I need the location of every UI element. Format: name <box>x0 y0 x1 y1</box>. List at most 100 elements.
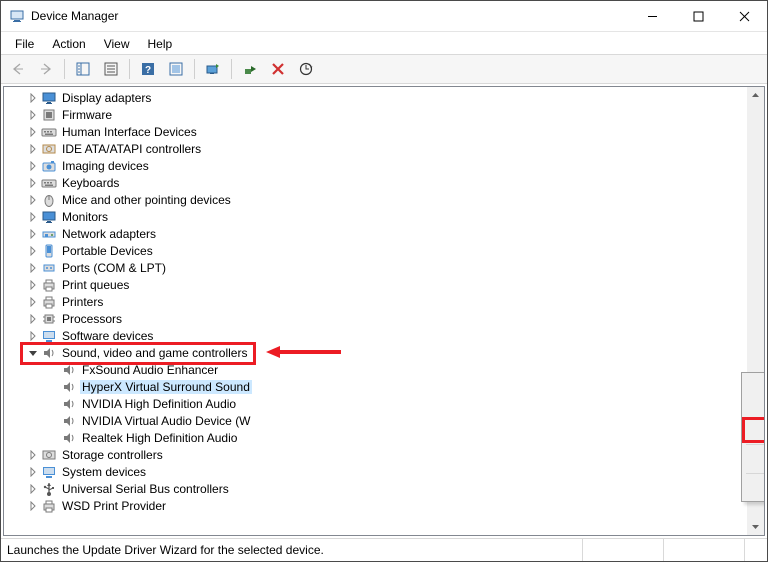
cpu-icon <box>41 311 57 327</box>
tree-item-label: NVIDIA High Definition Audio <box>80 397 238 411</box>
back-button[interactable] <box>5 57 31 81</box>
menu-action[interactable]: Action <box>44 35 93 53</box>
menu-help[interactable]: Help <box>140 35 181 53</box>
tree-item-label: Firmware <box>60 108 114 122</box>
menu-view[interactable]: View <box>96 35 138 53</box>
toolbar-sep <box>194 59 195 79</box>
tree-category-monitor[interactable]: Monitors <box>4 208 747 225</box>
hid-icon <box>41 124 57 140</box>
toolbar-sep <box>231 59 232 79</box>
tree-category-wsd[interactable]: WSD Print Provider <box>4 497 747 514</box>
scan-hardware-button[interactable] <box>293 57 319 81</box>
tree-device[interactable]: NVIDIA High Definition Audio <box>4 395 747 412</box>
show-hide-tree-button[interactable] <box>70 57 96 81</box>
menu-item-uninstall-device[interactable]: Uninstall device <box>744 419 765 441</box>
chevron-right-icon[interactable] <box>26 125 40 139</box>
sound-dev-icon <box>61 396 77 412</box>
tree-device[interactable]: NVIDIA Virtual Audio Device (W <box>4 412 747 429</box>
tree-device[interactable]: HyperX Virtual Surround Sound <box>4 378 747 395</box>
tree-item-label: NVIDIA Virtual Audio Device (W <box>80 414 253 428</box>
sound-dev-icon <box>61 430 77 446</box>
menubar: File Action View Help <box>1 32 767 54</box>
tree-category-mouse[interactable]: Mice and other pointing devices <box>4 191 747 208</box>
forward-button[interactable] <box>33 57 59 81</box>
tree-category-imaging[interactable]: Imaging devices <box>4 157 747 174</box>
storage-icon <box>41 447 57 463</box>
tree-item-label: Universal Serial Bus controllers <box>60 482 231 496</box>
uninstall-button[interactable] <box>265 57 291 81</box>
tree-category-network[interactable]: Network adapters <box>4 225 747 242</box>
display-icon <box>41 90 57 106</box>
chevron-right-icon[interactable] <box>26 142 40 156</box>
printer-icon <box>41 294 57 310</box>
toolbar-sep <box>129 59 130 79</box>
tree-item-label: Display adapters <box>60 91 153 105</box>
statusbar-grip <box>744 539 767 561</box>
menu-item-properties[interactable]: Properties <box>744 477 765 499</box>
tree-category-hid[interactable]: Human Interface Devices <box>4 123 747 140</box>
chevron-right-icon[interactable] <box>26 448 40 462</box>
menu-separator <box>746 444 765 445</box>
chevron-down-icon[interactable] <box>26 346 40 360</box>
maximize-button[interactable] <box>675 1 721 31</box>
chevron-right-icon[interactable] <box>26 244 40 258</box>
menu-item-scan-for-hardware-changes[interactable]: Scan for hardware changes <box>744 448 765 470</box>
tree-category-ide[interactable]: IDE ATA/ATAPI controllers <box>4 140 747 157</box>
ports-icon <box>41 260 57 276</box>
chevron-right-icon[interactable] <box>26 329 40 343</box>
menu-item-disable-device[interactable]: Disable device <box>744 397 765 419</box>
tree-category-sound[interactable]: Sound, video and game controllers <box>4 344 747 361</box>
chevron-right-icon[interactable] <box>26 210 40 224</box>
software-icon <box>41 328 57 344</box>
menu-file[interactable]: File <box>7 35 42 53</box>
tree-category-keyboard[interactable]: Keyboards <box>4 174 747 191</box>
chevron-right-icon[interactable] <box>26 312 40 326</box>
minimize-button[interactable] <box>629 1 675 31</box>
keyboard-icon <box>41 175 57 191</box>
svg-text:?: ? <box>145 65 151 76</box>
chevron-right-icon[interactable] <box>26 91 40 105</box>
tree-category-ports[interactable]: Ports (COM & LPT) <box>4 259 747 276</box>
content-area: Display adapters FirmwareHuman Interface … <box>3 86 765 536</box>
chevron-right-icon[interactable] <box>26 261 40 275</box>
scroll-down-button[interactable] <box>747 518 764 535</box>
tree-item-label: Imaging devices <box>60 159 151 173</box>
tree-device[interactable]: FxSound Audio Enhancer <box>4 361 747 378</box>
chevron-right-icon[interactable] <box>26 278 40 292</box>
tree-category-portable[interactable]: Portable Devices <box>4 242 747 259</box>
network-icon <box>41 226 57 242</box>
tree-category-firmware[interactable]: Firmware <box>4 106 747 123</box>
sound-dev-icon <box>61 362 77 378</box>
menu-item-update-driver[interactable]: Update driver <box>744 375 765 397</box>
update-driver-button[interactable] <box>200 57 226 81</box>
chevron-right-icon[interactable] <box>26 465 40 479</box>
help-button[interactable]: ? <box>135 57 161 81</box>
chevron-right-icon[interactable] <box>26 499 40 513</box>
tree-device[interactable]: Realtek High Definition Audio <box>4 429 747 446</box>
chevron-right-icon[interactable] <box>26 227 40 241</box>
tree-item-label: Network adapters <box>60 227 158 241</box>
close-button[interactable] <box>721 1 767 31</box>
tree-category-usb[interactable]: Universal Serial Bus controllers <box>4 480 747 497</box>
tree-category-system[interactable]: System devices <box>4 463 747 480</box>
tree-category-storage[interactable]: Storage controllers <box>4 446 747 463</box>
action-button[interactable] <box>163 57 189 81</box>
enable-button[interactable] <box>237 57 263 81</box>
tree-category-software[interactable]: Software devices <box>4 327 747 344</box>
tree-category-printer[interactable]: Printers <box>4 293 747 310</box>
tree-category-cpu[interactable]: Processors <box>4 310 747 327</box>
scroll-up-button[interactable] <box>747 87 764 104</box>
chevron-right-icon[interactable] <box>26 159 40 173</box>
tree-item-label: System devices <box>60 465 148 479</box>
chevron-right-icon[interactable] <box>26 482 40 496</box>
chevron-right-icon[interactable] <box>26 193 40 207</box>
chevron-right-icon[interactable] <box>26 108 40 122</box>
chevron-right-icon[interactable] <box>26 176 40 190</box>
chevron-right-icon[interactable] <box>26 295 40 309</box>
tree-item-label: Sound, video and game controllers <box>60 346 249 360</box>
tree-category-display[interactable]: Display adapters <box>4 89 747 106</box>
statusbar-segment <box>663 539 744 561</box>
properties-button[interactable] <box>98 57 124 81</box>
tree-category-printq[interactable]: Print queues <box>4 276 747 293</box>
device-tree[interactable]: Display adapters FirmwareHuman Interface … <box>4 87 747 535</box>
